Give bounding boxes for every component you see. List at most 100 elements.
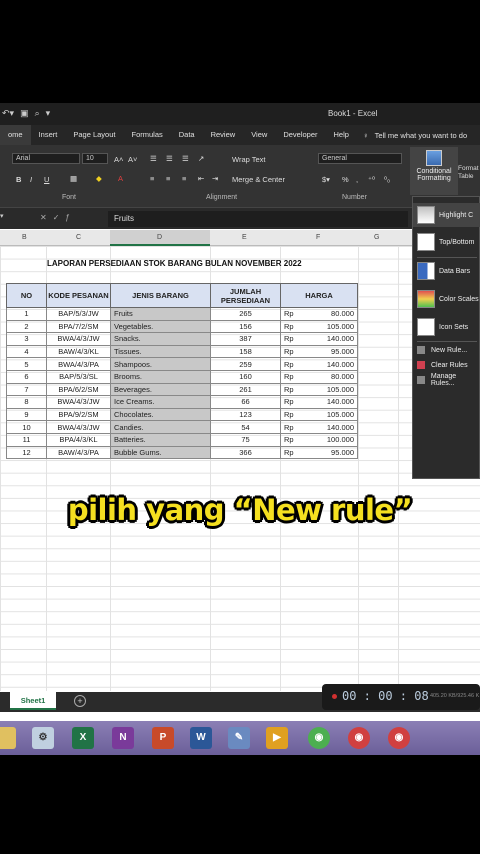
preview-icon[interactable]: ⌕ — [35, 108, 40, 119]
cell-no[interactable]: 12 — [6, 445, 47, 460]
cell-rp[interactable]: Rp — [280, 445, 306, 460]
cell-harga[interactable]: 140.000 — [305, 420, 359, 434]
cell-no[interactable]: 1 — [6, 307, 47, 321]
cell-jenis[interactable]: Chocolates. — [110, 407, 211, 422]
cell-no[interactable]: 7 — [6, 382, 47, 397]
cell-kode[interactable]: BAW/4/3/KL — [46, 344, 111, 359]
column-header-d[interactable]: D — [157, 234, 162, 241]
word-icon[interactable]: W — [190, 727, 212, 749]
comma-icon[interactable]: , — [356, 175, 358, 184]
header-harga[interactable]: HARGA — [280, 283, 358, 308]
italic-button[interactable]: I — [30, 175, 32, 184]
cell-jenis[interactable]: Beverages. — [110, 382, 211, 397]
number-format-select[interactable]: General — [318, 153, 402, 164]
menu-item-highlight-cells[interactable]: Highlight C — [413, 203, 480, 227]
cell-rp[interactable]: Rp — [280, 319, 306, 334]
header-jumlah[interactable]: JUMLAH PERSEDIAAN — [210, 283, 281, 308]
column-header-c[interactable]: C — [76, 234, 81, 241]
cell-jenis[interactable]: Brooms. — [110, 369, 211, 384]
add-sheet-icon[interactable]: + — [74, 695, 86, 707]
cell-kode[interactable]: BWA/4/3/JW — [46, 332, 111, 346]
excel-icon[interactable]: X — [72, 727, 94, 749]
decrease-decimal-icon[interactable]: ⁰₀ — [384, 175, 390, 184]
cell-harga[interactable]: 100.000 — [305, 432, 359, 447]
menu-item-manage-rules[interactable]: Manage Rules... — [413, 373, 480, 387]
cell-harga[interactable]: 95.000 — [305, 445, 359, 460]
borders-icon[interactable]: ▦ — [70, 174, 77, 183]
cell-jenis[interactable]: Ice Creams. — [110, 395, 211, 409]
font-name-select[interactable]: Arial — [12, 153, 80, 164]
header-no[interactable]: NO — [6, 283, 47, 308]
cell-jumlah[interactable]: 158 — [210, 344, 281, 359]
tab-developer[interactable]: Developer — [275, 125, 325, 145]
cell-no[interactable]: 2 — [6, 319, 47, 334]
cell-no[interactable]: 6 — [6, 369, 47, 384]
name-box[interactable]: ▾ — [0, 212, 20, 226]
cell-rp[interactable]: Rp — [280, 307, 306, 321]
cell-kode[interactable]: BPA/9/2/SM — [46, 407, 111, 422]
cell-jumlah[interactable]: 265 — [210, 307, 281, 321]
orientation-icon[interactable]: ↗ — [198, 154, 204, 163]
cell-jenis[interactable]: Shampoos. — [110, 357, 211, 371]
cell-rp[interactable]: Rp — [280, 382, 306, 397]
decrease-font-icon[interactable]: A˅ — [128, 155, 137, 164]
onenote-icon[interactable]: N — [112, 727, 134, 749]
menu-item-clear-rules[interactable]: Clear Rules — [413, 358, 480, 372]
formula-input[interactable]: Fruits — [108, 211, 408, 227]
customize-icon[interactable]: ▾ — [46, 108, 51, 119]
cell-harga[interactable]: 80.000 — [305, 369, 359, 384]
align-center-icon[interactable]: ≡ — [166, 174, 170, 183]
cell-no[interactable]: 4 — [6, 344, 47, 359]
cell-jumlah[interactable]: 387 — [210, 332, 281, 346]
cell-rp[interactable]: Rp — [280, 332, 306, 346]
menu-item-icon-sets[interactable]: Icon Sets — [413, 315, 480, 339]
cell-rp[interactable]: Rp — [280, 369, 306, 384]
currency-icon[interactable]: $▾ — [322, 175, 330, 184]
outdent-icon[interactable]: ⇥ — [212, 174, 218, 183]
cell-jenis[interactable]: Batteries. — [110, 432, 211, 447]
column-header-f[interactable]: F — [316, 234, 320, 241]
tab-data[interactable]: Data — [171, 125, 203, 145]
cell-kode[interactable]: BPA/4/3/KL — [46, 432, 111, 447]
cell-jumlah[interactable]: 54 — [210, 420, 281, 434]
tab-review[interactable]: Review — [203, 125, 244, 145]
cell-jenis[interactable]: Bubble Gums. — [110, 445, 211, 460]
cell-no[interactable]: 8 — [6, 395, 47, 409]
font-color-icon[interactable]: A — [118, 174, 123, 183]
cell-kode[interactable]: BWA/4/3/JW — [46, 420, 111, 434]
chrome-icon[interactable]: ◉ — [308, 727, 330, 749]
cell-rp[interactable]: Rp — [280, 395, 306, 409]
cell-no[interactable]: 11 — [6, 432, 47, 447]
settings-icon[interactable]: ⚙ — [32, 727, 54, 749]
cell-jenis[interactable]: Candies. — [110, 420, 211, 434]
cell-rp[interactable]: Rp — [280, 432, 306, 447]
align-middle-icon[interactable]: ☰ — [166, 154, 173, 163]
cell-kode[interactable]: BPA/6/2/SM — [46, 382, 111, 397]
bold-button[interactable]: B — [16, 175, 21, 184]
menu-item-color-scales[interactable]: Color Scales — [413, 287, 480, 311]
tab-insert[interactable]: Insert — [31, 125, 66, 145]
fx-icon[interactable]: ✕✓ƒ — [40, 213, 76, 222]
cell-no[interactable]: 10 — [6, 420, 47, 434]
cell-harga[interactable]: 140.000 — [305, 357, 359, 371]
cell-no[interactable]: 3 — [6, 332, 47, 346]
cell-rp[interactable]: Rp — [280, 344, 306, 359]
align-right-icon[interactable]: ≡ — [182, 174, 186, 183]
notepad-icon[interactable]: ✎ — [228, 727, 250, 749]
cell-kode[interactable]: BAP/5/3/JW — [46, 307, 111, 321]
header-kode[interactable]: KODE PESANAN — [46, 283, 111, 308]
cell-no[interactable]: 5 — [6, 357, 47, 371]
tell-me-box[interactable]: ♀ Tell me what you want to do — [357, 131, 467, 140]
cell-jumlah[interactable]: 366 — [210, 445, 281, 460]
cell-kode[interactable]: BPA/7/2/SM — [46, 319, 111, 334]
tab-view[interactable]: View — [243, 125, 275, 145]
cell-jumlah[interactable]: 160 — [210, 369, 281, 384]
font-size-select[interactable]: 10 — [82, 153, 108, 164]
cell-kode[interactable]: BWA/4/3/JW — [46, 395, 111, 409]
format-as-table-button[interactable]: Format Table — [458, 165, 480, 181]
chrome-profile-icon[interactable]: ◉ — [348, 727, 370, 749]
indent-icon[interactable]: ⇤ — [198, 174, 204, 183]
menu-item-data-bars[interactable]: Data Bars — [413, 259, 480, 283]
align-left-icon[interactable]: ≡ — [150, 174, 154, 183]
cell-harga[interactable]: 105.000 — [305, 407, 359, 422]
